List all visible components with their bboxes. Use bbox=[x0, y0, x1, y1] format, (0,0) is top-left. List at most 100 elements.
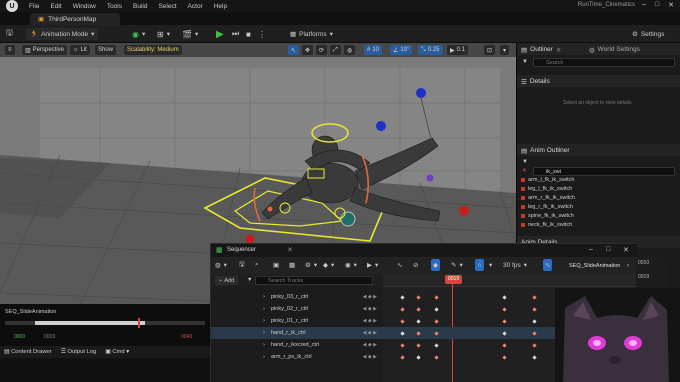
stop-button[interactable]: ■ bbox=[246, 28, 251, 40]
curve-view-button[interactable]: ∿ bbox=[543, 259, 553, 271]
content-drawer-button[interactable]: ▤ Content Drawer bbox=[4, 349, 52, 355]
track-row[interactable]: › pinky_01_r_ctrl ◀ ◆ ▶ bbox=[211, 315, 383, 327]
camera-button[interactable]: ▩ bbox=[289, 259, 295, 271]
timeline-ruler[interactable] bbox=[383, 274, 637, 287]
keyframe-diamond[interactable] bbox=[502, 307, 507, 312]
filter-icon[interactable]: ▼ bbox=[522, 159, 528, 165]
keyframe-nav-icon[interactable]: ◀ ◆ ▶ bbox=[363, 318, 377, 324]
animation-strip-track[interactable] bbox=[5, 321, 205, 325]
browse-button[interactable]: ⌕ bbox=[255, 259, 259, 271]
keyframe-diamond[interactable] bbox=[532, 307, 537, 312]
keyframe-nav-icon[interactable]: ◀ ◆ ▶ bbox=[363, 342, 377, 348]
keyframe-diamond[interactable] bbox=[400, 355, 405, 360]
frame-badge[interactable]: 0019 bbox=[445, 275, 463, 284]
rotation-snap-button[interactable]: ∠ 10° bbox=[390, 45, 413, 55]
clear-search-icon[interactable]: ✕ bbox=[522, 167, 527, 174]
scalability-button[interactable]: Scalability: Medium bbox=[124, 45, 182, 55]
viewport-more-button[interactable]: ▾ bbox=[500, 45, 510, 55]
keyframe-diamond[interactable] bbox=[416, 319, 421, 324]
keyframe-nav-icon[interactable]: ◀ ◆ ▶ bbox=[363, 354, 377, 360]
keyframe-nav-icon[interactable]: ◀ ◆ ▶ bbox=[363, 330, 377, 336]
camera-speed-button[interactable]: ▶ 0.1 bbox=[447, 45, 468, 55]
platforms-dropdown[interactable]: ▦ Platforms ▾ bbox=[290, 28, 333, 40]
tab-outliner[interactable]: ▤ Outliner ✕ bbox=[521, 44, 561, 55]
menu-edit[interactable]: Edit bbox=[50, 3, 61, 10]
tab-anim-outliner[interactable]: ▤ Anim Outliner bbox=[521, 145, 570, 156]
outliner-search-input[interactable]: Search bbox=[533, 58, 675, 67]
grid-snap-button[interactable]: #10 bbox=[364, 45, 383, 55]
tab-details[interactable]: ☰ Details bbox=[521, 76, 550, 87]
maximize-viewport-button[interactable]: ⊡ bbox=[484, 45, 496, 55]
track-row[interactable]: › hand_r_ikxcred_ctrl ◀ ◆ ▶ bbox=[211, 339, 383, 351]
filter-icon[interactable]: ▼ bbox=[522, 59, 528, 65]
output-log-button[interactable]: ☰ Output Log bbox=[61, 349, 97, 355]
track-row[interactable]: › arm_r_pv_ik_ctrl ◀ ◆ ▶ bbox=[211, 351, 383, 363]
auto-key-button[interactable]: ⊘ bbox=[413, 259, 418, 271]
maximize-icon[interactable]: □ bbox=[606, 246, 610, 253]
cmd-button[interactable]: ▣ Cmd ▾ bbox=[105, 349, 129, 355]
keyframe-diamond[interactable] bbox=[434, 295, 439, 300]
keyframe-diamond[interactable] bbox=[532, 295, 537, 300]
pen-button[interactable]: ✎ ▾ bbox=[451, 259, 463, 271]
close-icon[interactable]: ✕ bbox=[623, 246, 629, 254]
key-button[interactable]: ◆ ▾ bbox=[323, 259, 334, 271]
rotate-tool-button[interactable]: ⟳ bbox=[316, 45, 328, 55]
perspective-button[interactable]: ▥ Perspective bbox=[22, 45, 68, 55]
key-all-button[interactable]: ◆ bbox=[431, 259, 440, 271]
keyframe-diamond[interactable] bbox=[502, 355, 507, 360]
menu-build[interactable]: Build bbox=[133, 3, 147, 10]
add-actor-button[interactable]: ◉ ▾ bbox=[132, 28, 145, 40]
keyframe-diamond[interactable] bbox=[416, 355, 421, 360]
keyframe-diamond[interactable] bbox=[532, 319, 537, 324]
viewport-options-button[interactable]: ≡ bbox=[5, 45, 15, 55]
anim-outliner-item[interactable]: arm_r_fk_ik_switch bbox=[521, 194, 575, 201]
playback-button[interactable]: ▶ ▾ bbox=[367, 259, 378, 271]
view-button[interactable]: ◉ ▾ bbox=[345, 259, 357, 271]
tab-world-settings[interactable]: ◍ World Settings bbox=[589, 44, 640, 55]
track-row-selected[interactable]: › hand_r_ik_ctrl ◀ ◆ ▶ bbox=[211, 327, 383, 339]
step-button[interactable]: ⏭ bbox=[232, 28, 239, 40]
keyframe-diamond[interactable] bbox=[502, 319, 507, 324]
cinematics-button[interactable]: 🎬 ▾ bbox=[182, 28, 198, 40]
keyframe-nav-icon[interactable]: ◀ ◆ ▶ bbox=[363, 294, 377, 300]
keyframe-diamond[interactable] bbox=[502, 343, 507, 348]
fps-dropdown[interactable]: 30 fps ▾ bbox=[503, 259, 527, 271]
keyframe-nav-icon[interactable]: ◀ ◆ ▶ bbox=[363, 306, 377, 312]
keyframe-diamond[interactable] bbox=[416, 307, 421, 312]
scale-tool-button[interactable]: ⤢ bbox=[330, 45, 341, 55]
scale-snap-button[interactable]: ⤡ 0.25 bbox=[418, 45, 443, 55]
anim-outliner-search-input[interactable]: ik_swi bbox=[533, 167, 675, 176]
world-local-button[interactable]: ◍ bbox=[344, 45, 356, 55]
menu-tools[interactable]: Tools bbox=[107, 3, 122, 10]
settings-dropdown[interactable]: ⚙ Settings bbox=[632, 28, 664, 40]
keyframe-diamond[interactable] bbox=[400, 307, 405, 312]
save-sequence-button[interactable]: 🖫 bbox=[239, 259, 245, 271]
blueprint-button[interactable]: ⊞ ▾ bbox=[157, 28, 170, 40]
menu-select[interactable]: Select bbox=[158, 3, 176, 10]
save-button[interactable]: 🖫 bbox=[6, 28, 13, 40]
play-options-button[interactable]: ⋮ bbox=[258, 28, 266, 40]
show-button[interactable]: Show bbox=[95, 45, 117, 55]
maximize-icon[interactable]: □ bbox=[655, 1, 659, 9]
keyframe-diamond[interactable] bbox=[400, 343, 405, 348]
minimize-icon[interactable]: – bbox=[642, 1, 646, 9]
keyframe-diamond[interactable] bbox=[434, 343, 439, 348]
close-tab-icon[interactable]: ✕ bbox=[287, 246, 293, 254]
snap-options-button[interactable]: ▾ bbox=[489, 259, 492, 271]
anim-outliner-item[interactable]: arm_l_fk_ik_switch bbox=[521, 176, 574, 183]
menu-file[interactable]: File bbox=[29, 3, 39, 10]
track-row[interactable]: › pinky_03_r_ctrl ◀ ◆ ▶ bbox=[211, 291, 383, 303]
snap-button[interactable]: ∩ bbox=[475, 259, 484, 271]
translate-tool-button[interactable]: ✥ bbox=[302, 45, 314, 55]
keyframe-diamond[interactable] bbox=[416, 295, 421, 300]
actions-button[interactable]: ⚙ ▾ bbox=[305, 259, 317, 271]
lit-button[interactable]: ☼ Lit bbox=[70, 45, 90, 55]
add-track-button[interactable]: + Add bbox=[215, 276, 239, 285]
animation-strip-playhead[interactable] bbox=[138, 318, 140, 328]
anim-outliner-item[interactable]: leg_l_fk_ik_switch bbox=[521, 185, 572, 192]
mode-dropdown[interactable]: 🏃 Animation Mode ▾ bbox=[26, 28, 99, 40]
menu-window[interactable]: Window bbox=[73, 3, 96, 10]
filter-icon[interactable]: ▼ bbox=[247, 277, 252, 283]
play-button[interactable]: ▶ bbox=[216, 28, 224, 40]
keyframe-diamond[interactable] bbox=[416, 343, 421, 348]
